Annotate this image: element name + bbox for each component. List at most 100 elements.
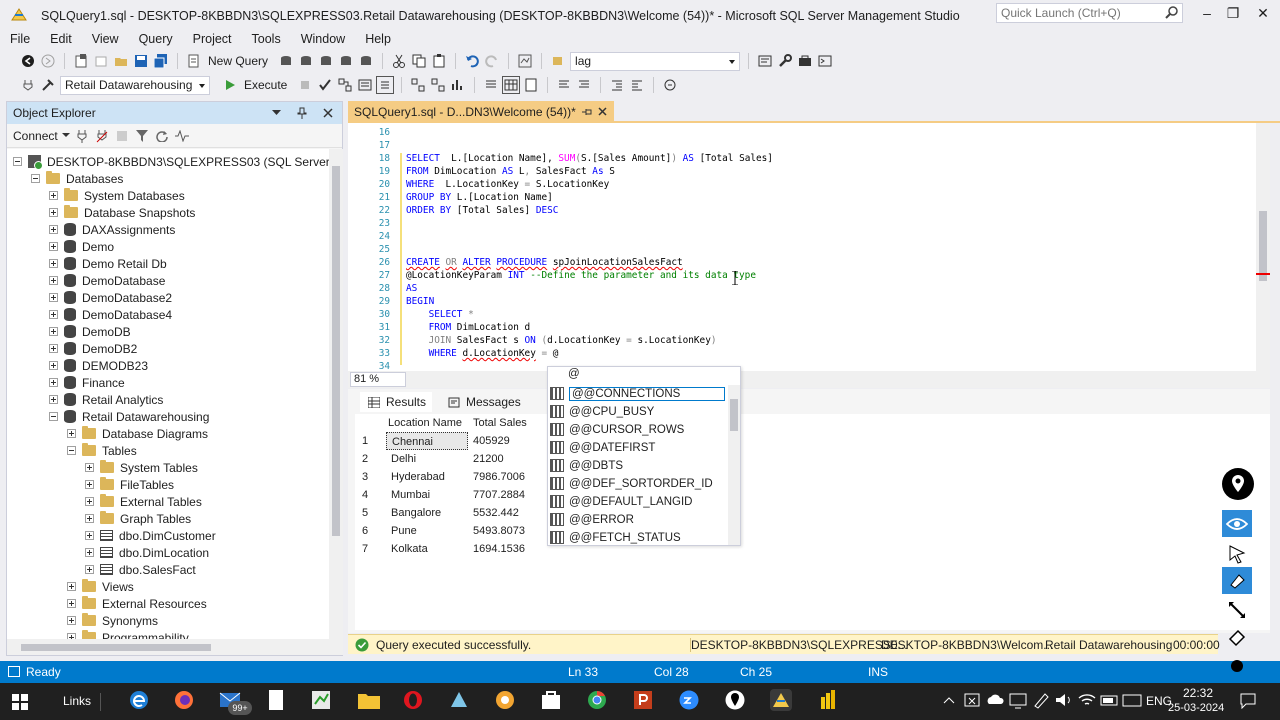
expand-toggle[interactable] xyxy=(67,429,76,438)
expand-toggle[interactable] xyxy=(67,599,76,608)
filter-icon[interactable] xyxy=(134,128,150,144)
tree-node-databases[interactable]: Databases xyxy=(31,170,123,187)
tree-node-database[interactable]: DemoDatabase xyxy=(49,272,165,289)
code-line[interactable]: 23 xyxy=(348,218,406,231)
expand-toggle[interactable] xyxy=(85,531,94,540)
network-icon[interactable] xyxy=(1007,689,1029,711)
code-line[interactable]: 21 GROUP BY L.[Location Name] xyxy=(348,192,553,205)
available-databases-combo[interactable]: Retail Datawarehousing xyxy=(60,75,210,95)
expand-toggle[interactable] xyxy=(85,548,94,557)
completion-item[interactable]: @@DEF_SORTORDER_ID xyxy=(550,475,725,492)
tree-node-database[interactable]: DemoDB xyxy=(49,323,131,340)
zoom-combo[interactable]: 81 % xyxy=(350,372,406,387)
disconnect-icon[interactable] xyxy=(94,128,110,144)
cancel-query-icon[interactable] xyxy=(297,77,313,93)
completion-item[interactable]: @@DEFAULT_LANGID xyxy=(550,493,725,510)
chrome-icon[interactable] xyxy=(586,689,608,711)
tree-node-database[interactable]: Finance xyxy=(49,374,125,391)
tree-node-database[interactable]: Retail Analytics xyxy=(49,391,163,408)
results-to-file-icon[interactable] xyxy=(523,77,539,93)
panel-dropdown-icon[interactable] xyxy=(268,105,284,121)
grid-cell[interactable]: Bangalore xyxy=(386,504,446,522)
paste-icon[interactable] xyxy=(431,53,447,69)
completion-item[interactable]: @@CURSOR_ROWS xyxy=(550,421,725,438)
collapse-toggle[interactable] xyxy=(49,412,58,421)
ssms-taskbar-icon[interactable] xyxy=(770,689,792,711)
grid-cell[interactable]: 21200 xyxy=(468,450,509,468)
menu-help[interactable]: Help xyxy=(365,32,391,46)
code-line[interactable]: 27 @LocationKeyParam INT --Define the par… xyxy=(348,270,756,283)
security-icon[interactable] xyxy=(961,689,983,711)
tree-node-programmability[interactable]: Programmability xyxy=(67,629,189,639)
code-line[interactable]: 22 ORDER BY [Total Sales] DESC xyxy=(348,205,559,218)
query-db-engine-icon[interactable] xyxy=(278,53,294,69)
menu-query[interactable]: Query xyxy=(139,32,173,46)
display-plan-icon[interactable] xyxy=(337,77,353,93)
activity-monitor-icon[interactable] xyxy=(174,128,190,144)
increase-indent-icon[interactable] xyxy=(629,77,645,93)
results-grid[interactable]: Location Name Total Sales 1 Chennai 4059… xyxy=(355,414,1270,630)
menu-edit[interactable]: Edit xyxy=(50,32,72,46)
results-to-text-icon[interactable] xyxy=(483,77,499,93)
code-line[interactable]: 17 xyxy=(348,140,406,153)
connect-plug-icon[interactable] xyxy=(74,128,90,144)
undo-icon[interactable] xyxy=(464,53,480,69)
power-bi-icon[interactable] xyxy=(816,689,838,711)
expand-toggle[interactable] xyxy=(49,208,58,217)
find-icon[interactable] xyxy=(550,53,566,69)
grid-cell[interactable]: Mumbai xyxy=(386,486,435,504)
tree-scroll-thumb[interactable] xyxy=(332,166,340,536)
notepad-icon[interactable] xyxy=(265,689,287,711)
tree-hscroll-thumb[interactable] xyxy=(21,644,211,651)
client-statistics-icon[interactable] xyxy=(450,77,466,93)
activity-monitor-icon[interactable] xyxy=(517,53,533,69)
grid-cell[interactable]: Hyderabad xyxy=(386,468,450,486)
tree-node-tables[interactable]: Tables xyxy=(67,442,137,459)
wrench-icon[interactable] xyxy=(777,53,793,69)
tree-node-external-resources[interactable]: External Resources xyxy=(67,595,207,612)
open-folder-icon[interactable] xyxy=(113,53,129,69)
grid-cell[interactable]: Kolkata xyxy=(386,540,433,558)
expand-toggle[interactable] xyxy=(49,242,58,251)
editor-horizontal-scrollbar[interactable] xyxy=(348,371,1270,388)
tree-node-external-tables[interactable]: External Tables xyxy=(85,493,202,510)
line-tool-icon[interactable] xyxy=(1222,596,1252,623)
collapse-toggle[interactable] xyxy=(67,446,76,455)
wifi-icon[interactable] xyxy=(1076,689,1098,711)
code-line[interactable]: 30 SELECT * xyxy=(348,309,474,322)
expand-toggle[interactable] xyxy=(49,259,58,268)
close-window-button[interactable]: ✕ xyxy=(1244,0,1280,28)
query-mdx-icon[interactable] xyxy=(298,53,314,69)
save-all-icon[interactable] xyxy=(153,53,169,69)
grid-cell[interactable]: Delhi xyxy=(386,450,421,468)
store-icon[interactable] xyxy=(540,689,562,711)
tree-node-database[interactable]: Demo Retail Db xyxy=(49,255,167,272)
grid-cell[interactable]: Chennai xyxy=(386,432,468,450)
tree-node-table[interactable]: dbo.DimLocation xyxy=(85,544,209,561)
eye-icon[interactable] xyxy=(1222,510,1252,537)
query-dax-icon[interactable] xyxy=(358,53,374,69)
completion-item[interactable]: @@DATEFIRST xyxy=(550,439,725,456)
clock-date[interactable]: 25-03-2024 xyxy=(1168,702,1224,714)
parse-icon[interactable] xyxy=(317,77,333,93)
taskbar-links-toolbar[interactable]: Links xyxy=(63,694,91,708)
toolbox-icon[interactable] xyxy=(797,53,813,69)
code-line[interactable]: 28 AS xyxy=(348,283,418,296)
tree-node-system-databases[interactable]: System Databases xyxy=(49,187,185,204)
query-options-icon[interactable] xyxy=(357,77,373,93)
code-line[interactable]: 31 FROM DimLocation d xyxy=(348,322,530,335)
tab-messages[interactable]: Messages xyxy=(446,394,521,410)
include-actual-plan-icon[interactable] xyxy=(410,77,426,93)
opera-icon[interactable] xyxy=(402,689,424,711)
code-line[interactable]: 20 WHERE L.LocationKey = S.LocationKey xyxy=(348,179,610,192)
code-line[interactable]: 33 WHERE d.LocationKey = @ xyxy=(348,348,559,361)
cloud-icon[interactable] xyxy=(984,689,1006,711)
tree-node-database[interactable]: DEMODB23 xyxy=(49,357,148,374)
app-icon[interactable] xyxy=(448,689,470,711)
completion-item[interactable]: @@CPU_BUSY xyxy=(550,403,725,420)
chrome-canary-icon[interactable] xyxy=(494,689,516,711)
stop-icon[interactable] xyxy=(114,128,130,144)
connect-dropdown[interactable]: Connect xyxy=(13,129,58,143)
battery-icon[interactable] xyxy=(1099,689,1121,711)
keyboard-icon[interactable] xyxy=(1121,689,1143,711)
